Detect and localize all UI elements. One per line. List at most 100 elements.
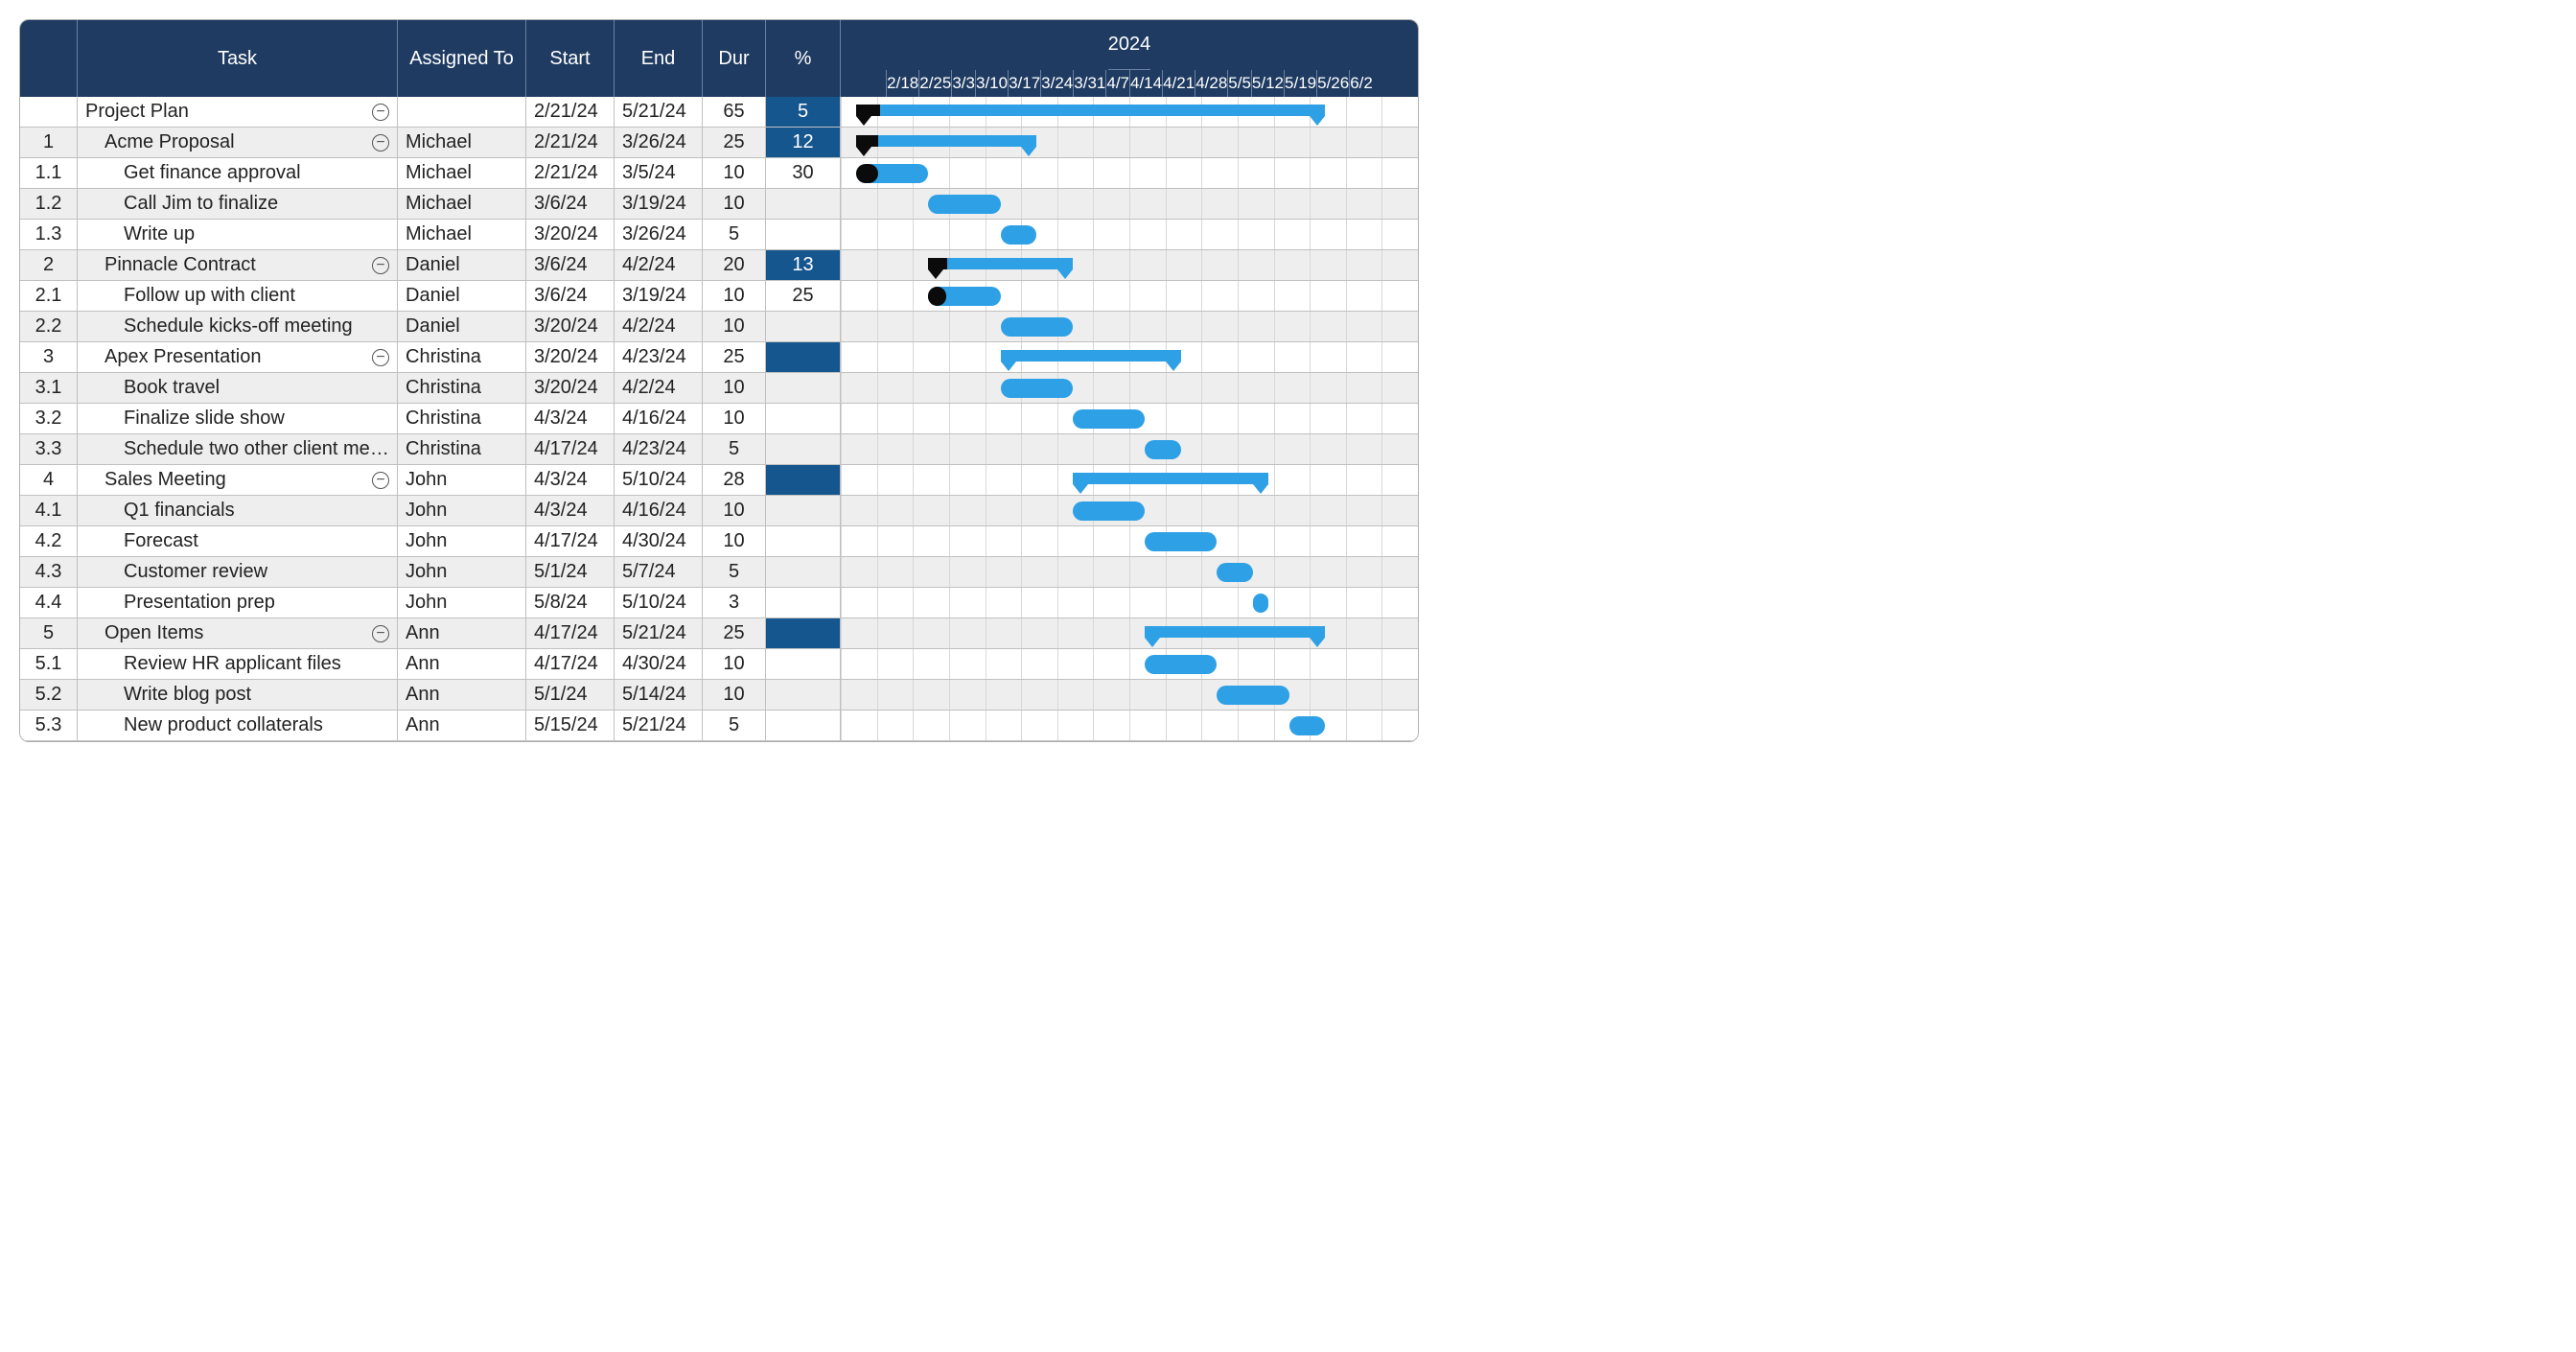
row-task[interactable]: Follow up with client — [78, 281, 398, 312]
row-task[interactable]: Customer review — [78, 557, 398, 588]
gantt-task-bar[interactable] — [1145, 440, 1181, 459]
row-pct — [766, 526, 841, 557]
row-timeline — [841, 465, 1418, 496]
gantt-task-bar[interactable] — [856, 164, 928, 183]
table-row[interactable]: 3Apex Presentation−Christina3/20/244/23/… — [20, 342, 1418, 373]
row-task[interactable]: Finalize slide show — [78, 404, 398, 434]
gantt-task-bar[interactable] — [1001, 225, 1037, 245]
row-timeline — [841, 588, 1418, 618]
row-pct — [766, 189, 841, 220]
row-task[interactable]: Write up — [78, 220, 398, 250]
row-end: 4/23/24 — [615, 342, 703, 373]
gantt-summary-bar[interactable] — [1073, 473, 1268, 484]
collapse-icon[interactable]: − — [372, 625, 389, 642]
gantt-task-bar[interactable] — [1073, 409, 1145, 429]
gantt-task-bar[interactable] — [1145, 655, 1217, 674]
row-dur: 3 — [703, 588, 766, 618]
row-task[interactable]: Write blog post — [78, 680, 398, 711]
row-task[interactable]: Get finance approval — [78, 158, 398, 189]
table-row[interactable]: 5.1Review HR applicant filesAnn4/17/244/… — [20, 649, 1418, 680]
gantt-summary-bar[interactable] — [856, 135, 1036, 147]
header-week: 5/26 — [1316, 70, 1349, 97]
table-row[interactable]: 1.3Write upMichael3/20/243/26/245 — [20, 220, 1418, 250]
gantt-summary-bar[interactable] — [1145, 626, 1325, 638]
table-row[interactable]: 1Acme Proposal−Michael2/21/243/26/242512 — [20, 128, 1418, 158]
gantt-task-bar[interactable] — [928, 195, 1000, 214]
collapse-icon[interactable]: − — [372, 349, 389, 366]
row-end: 5/7/24 — [615, 557, 703, 588]
gantt-task-bar[interactable] — [928, 287, 1000, 306]
table-row[interactable]: 1.1Get finance approvalMichael2/21/243/5… — [20, 158, 1418, 189]
gantt-task-bar[interactable] — [1289, 716, 1326, 735]
header-pct: % — [766, 20, 841, 97]
row-task[interactable]: Schedule two other client meestings — [78, 434, 398, 465]
gantt-task-bar[interactable] — [1217, 563, 1253, 582]
table-row[interactable]: 4.2ForecastJohn4/17/244/30/2410 — [20, 526, 1418, 557]
row-task-name: Schedule two other client meestings — [85, 438, 389, 460]
row-start: 3/6/24 — [526, 281, 615, 312]
row-task[interactable]: Q1 financials — [78, 496, 398, 526]
row-task[interactable]: Call Jim to finalize — [78, 189, 398, 220]
collapse-icon[interactable]: − — [372, 104, 389, 121]
gantt-summary-bar[interactable] — [928, 258, 1073, 269]
table-row[interactable]: 5.3New product collateralsAnn5/15/245/21… — [20, 711, 1418, 741]
gantt-progress — [856, 105, 879, 116]
table-row[interactable]: 4.3Customer reviewJohn5/1/245/7/245 — [20, 557, 1418, 588]
row-assigned: Christina — [398, 404, 526, 434]
gantt-task-bar[interactable] — [1001, 317, 1073, 337]
row-id: 3.3 — [20, 434, 78, 465]
row-id: 5.3 — [20, 711, 78, 741]
row-task[interactable]: Acme Proposal− — [78, 128, 398, 158]
table-row[interactable]: 3.2Finalize slide showChristina4/3/244/1… — [20, 404, 1418, 434]
table-row[interactable]: 4Sales Meeting−John4/3/245/10/2428 — [20, 465, 1418, 496]
table-row[interactable]: 5Open Items−Ann4/17/245/21/2425 — [20, 618, 1418, 649]
row-start: 4/3/24 — [526, 465, 615, 496]
table-row[interactable]: 3.1Book travelChristina3/20/244/2/2410 — [20, 373, 1418, 404]
gantt-summary-bar[interactable] — [856, 105, 1325, 116]
table-row[interactable]: Project Plan−2/21/245/21/24655 — [20, 97, 1418, 128]
row-task[interactable]: Forecast — [78, 526, 398, 557]
row-pct — [766, 342, 841, 373]
row-end: 4/30/24 — [615, 526, 703, 557]
row-task-name: Follow up with client — [85, 285, 295, 307]
collapse-icon[interactable]: − — [372, 472, 389, 489]
row-task[interactable]: Review HR applicant files — [78, 649, 398, 680]
gantt-task-bar[interactable] — [1073, 501, 1145, 521]
gantt-progress — [928, 287, 946, 306]
gantt-task-bar[interactable] — [1217, 686, 1288, 705]
table-row[interactable]: 4.1Q1 financialsJohn4/3/244/16/2410 — [20, 496, 1418, 526]
row-task-name: Get finance approval — [85, 162, 301, 184]
collapse-icon[interactable]: − — [372, 134, 389, 152]
header-start: Start — [526, 20, 615, 97]
header-week: 2/25 — [918, 70, 951, 97]
gantt-progress — [928, 258, 947, 269]
row-id: 5 — [20, 618, 78, 649]
row-task-name: Apex Presentation — [85, 346, 261, 368]
row-task[interactable]: Book travel — [78, 373, 398, 404]
row-task[interactable]: Pinnacle Contract− — [78, 250, 398, 281]
row-task[interactable]: Presentation prep — [78, 588, 398, 618]
collapse-icon[interactable]: − — [372, 257, 389, 274]
table-row[interactable]: 4.4Presentation prepJohn5/8/245/10/243 — [20, 588, 1418, 618]
table-row[interactable]: 3.3Schedule two other client meestingsCh… — [20, 434, 1418, 465]
table-row[interactable]: 2.1Follow up with clientDaniel3/6/243/19… — [20, 281, 1418, 312]
row-dur: 5 — [703, 557, 766, 588]
gantt-task-bar[interactable] — [1145, 532, 1217, 551]
gantt-chart: Task Assigned To Start End Dur % 2024 2/… — [19, 19, 1419, 742]
row-end: 4/23/24 — [615, 434, 703, 465]
row-task[interactable]: Project Plan− — [78, 97, 398, 128]
row-timeline — [841, 220, 1418, 250]
row-task[interactable]: New product collaterals — [78, 711, 398, 741]
table-row[interactable]: 5.2Write blog postAnn5/1/245/14/2410 — [20, 680, 1418, 711]
gantt-summary-bar[interactable] — [1001, 350, 1181, 361]
row-task[interactable]: Sales Meeting− — [78, 465, 398, 496]
table-row[interactable]: 1.2Call Jim to finalizeMichael3/6/243/19… — [20, 189, 1418, 220]
gantt-task-bar[interactable] — [1001, 379, 1073, 398]
row-task[interactable]: Open Items− — [78, 618, 398, 649]
gantt-task-bar[interactable] — [1253, 594, 1268, 613]
table-row[interactable]: 2.2Schedule kicks-off meetingDaniel3/20/… — [20, 312, 1418, 342]
table-row[interactable]: 2Pinnacle Contract−Daniel3/6/244/2/24201… — [20, 250, 1418, 281]
row-task[interactable]: Schedule kicks-off meeting — [78, 312, 398, 342]
header-timeline: 2024 2/182/253/33/103/173/243/314/74/144… — [841, 20, 1418, 97]
row-task[interactable]: Apex Presentation − — [78, 342, 398, 373]
